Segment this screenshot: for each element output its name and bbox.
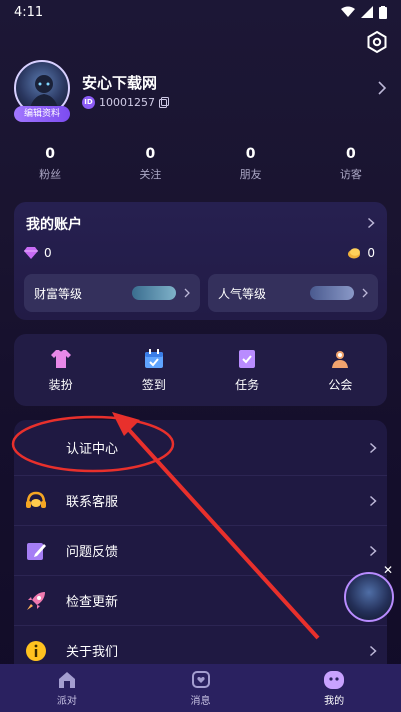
info-icon <box>24 639 48 663</box>
task-dressup[interactable]: 装扮 <box>14 334 107 406</box>
status-time: 4:11 <box>14 4 44 20</box>
account-title: 我的账户 <box>26 217 82 233</box>
chevron-right-icon <box>369 545 377 556</box>
stat-visitors[interactable]: 0 访客 <box>301 146 401 182</box>
calendar-check-icon <box>144 349 163 368</box>
settings-menu: 认证中心 联系客服 问题反馈 检查更新 关于我们 <box>14 420 387 680</box>
task-doc-icon <box>239 350 256 368</box>
battery-icon <box>379 5 387 19</box>
stat-value: 0 <box>346 146 356 162</box>
nav-label: 派对 <box>56 695 77 707</box>
shirt-icon <box>50 350 71 368</box>
task-label: 装扮 <box>48 378 73 392</box>
copy-icon[interactable] <box>159 97 169 108</box>
nav-label: 消息 <box>190 695 211 707</box>
task-label: 任务 <box>235 378 260 392</box>
chevron-right-icon[interactable] <box>377 80 387 96</box>
wifi-icon <box>341 6 355 17</box>
nav-me[interactable]: 我的 <box>267 664 401 712</box>
stat-label: 粉丝 <box>39 168 62 181</box>
chevron-right-icon <box>367 217 375 229</box>
task-guild[interactable]: 公会 <box>294 334 387 406</box>
coin-icon <box>348 248 361 259</box>
stat-value: 0 <box>245 146 256 162</box>
stat-friends[interactable]: 0 朋友 <box>201 146 301 182</box>
stats-row: 0 粉丝 0 关注 0 朋友 0 访客 <box>0 146 401 182</box>
chevron-right-icon <box>369 645 377 656</box>
popularity-level-label: 人气等级 <box>218 286 267 301</box>
stat-label: 关注 <box>139 168 162 181</box>
nav-messages[interactable]: 消息 <box>134 664 268 712</box>
popularity-level-box[interactable]: 人气等级 <box>208 274 378 312</box>
profile-header[interactable]: 编辑资料 安心下载网 ID 10001257 <box>14 60 387 122</box>
status-icons <box>341 5 387 19</box>
task-label: 签到 <box>141 378 166 392</box>
edit-profile-button[interactable]: 编辑资料 <box>14 106 70 122</box>
popularity-level-badge-icon <box>310 286 354 300</box>
chevron-right-icon <box>362 288 368 298</box>
username: 安心下载网 <box>82 74 158 92</box>
id-badge-icon: ID <box>82 96 95 109</box>
coin-balance: 0 <box>367 246 375 260</box>
me-face-icon <box>324 670 345 689</box>
task-label: 公会 <box>328 378 353 392</box>
stat-value: 0 <box>145 146 156 162</box>
headset-icon <box>24 489 48 513</box>
menu-item-verification[interactable]: 认证中心 <box>14 420 387 476</box>
status-bar: 4:11 <box>0 0 401 24</box>
chevron-right-icon <box>184 288 190 298</box>
menu-item-check-update[interactable]: 检查更新 <box>14 576 387 626</box>
menu-item-feedback[interactable]: 问题反馈 <box>14 526 387 576</box>
signal-icon <box>361 6 373 18</box>
diamond-balance: 0 <box>44 246 52 260</box>
close-icon[interactable]: ✕ <box>383 563 393 577</box>
uid-value: 10001257 <box>99 96 155 109</box>
task-checkin[interactable]: 签到 <box>107 334 200 406</box>
wealth-level-label: 财富等级 <box>34 286 83 301</box>
wealth-level-badge-icon <box>132 286 176 300</box>
quick-actions-card: 装扮 签到 任务 公会 <box>14 334 387 406</box>
stat-label: 朋友 <box>239 168 262 181</box>
nav-party[interactable]: 派对 <box>0 664 134 712</box>
chevron-right-icon <box>369 442 377 453</box>
settings-button[interactable] <box>365 30 389 54</box>
party-house-icon <box>58 671 75 688</box>
task-missions[interactable]: 任务 <box>201 334 294 406</box>
message-heart-icon <box>191 670 210 688</box>
bottom-nav: 派对 消息 我的 <box>0 664 401 712</box>
balance-row: 0 0 <box>24 244 375 262</box>
settings-hexagon-icon <box>367 30 387 54</box>
guild-people-icon <box>332 351 349 368</box>
diamond-icon <box>24 247 38 259</box>
menu-item-label: 问题反馈 <box>66 545 119 560</box>
menu-item-label: 认证中心 <box>66 442 119 457</box>
stat-fans[interactable]: 0 粉丝 <box>0 146 100 182</box>
stat-following[interactable]: 0 关注 <box>100 146 200 182</box>
nav-label: 我的 <box>324 695 345 707</box>
account-card[interactable]: 我的账户 0 0 财富等级 人气等级 <box>14 202 387 320</box>
menu-item-label: 联系客服 <box>66 495 119 510</box>
floating-room-avatar[interactable] <box>344 572 394 622</box>
menu-item-label: 关于我们 <box>66 645 119 660</box>
wealth-level-box[interactable]: 财富等级 <box>24 274 200 312</box>
uid-row: ID 10001257 <box>82 96 169 109</box>
stat-label: 访客 <box>339 168 362 181</box>
menu-item-label: 检查更新 <box>66 595 119 610</box>
stat-value: 0 <box>45 146 55 162</box>
menu-item-customer-service[interactable]: 联系客服 <box>14 476 387 526</box>
chevron-right-icon <box>369 495 377 506</box>
verification-icon <box>24 436 48 460</box>
rocket-icon <box>24 589 48 613</box>
feedback-edit-icon <box>24 539 48 563</box>
